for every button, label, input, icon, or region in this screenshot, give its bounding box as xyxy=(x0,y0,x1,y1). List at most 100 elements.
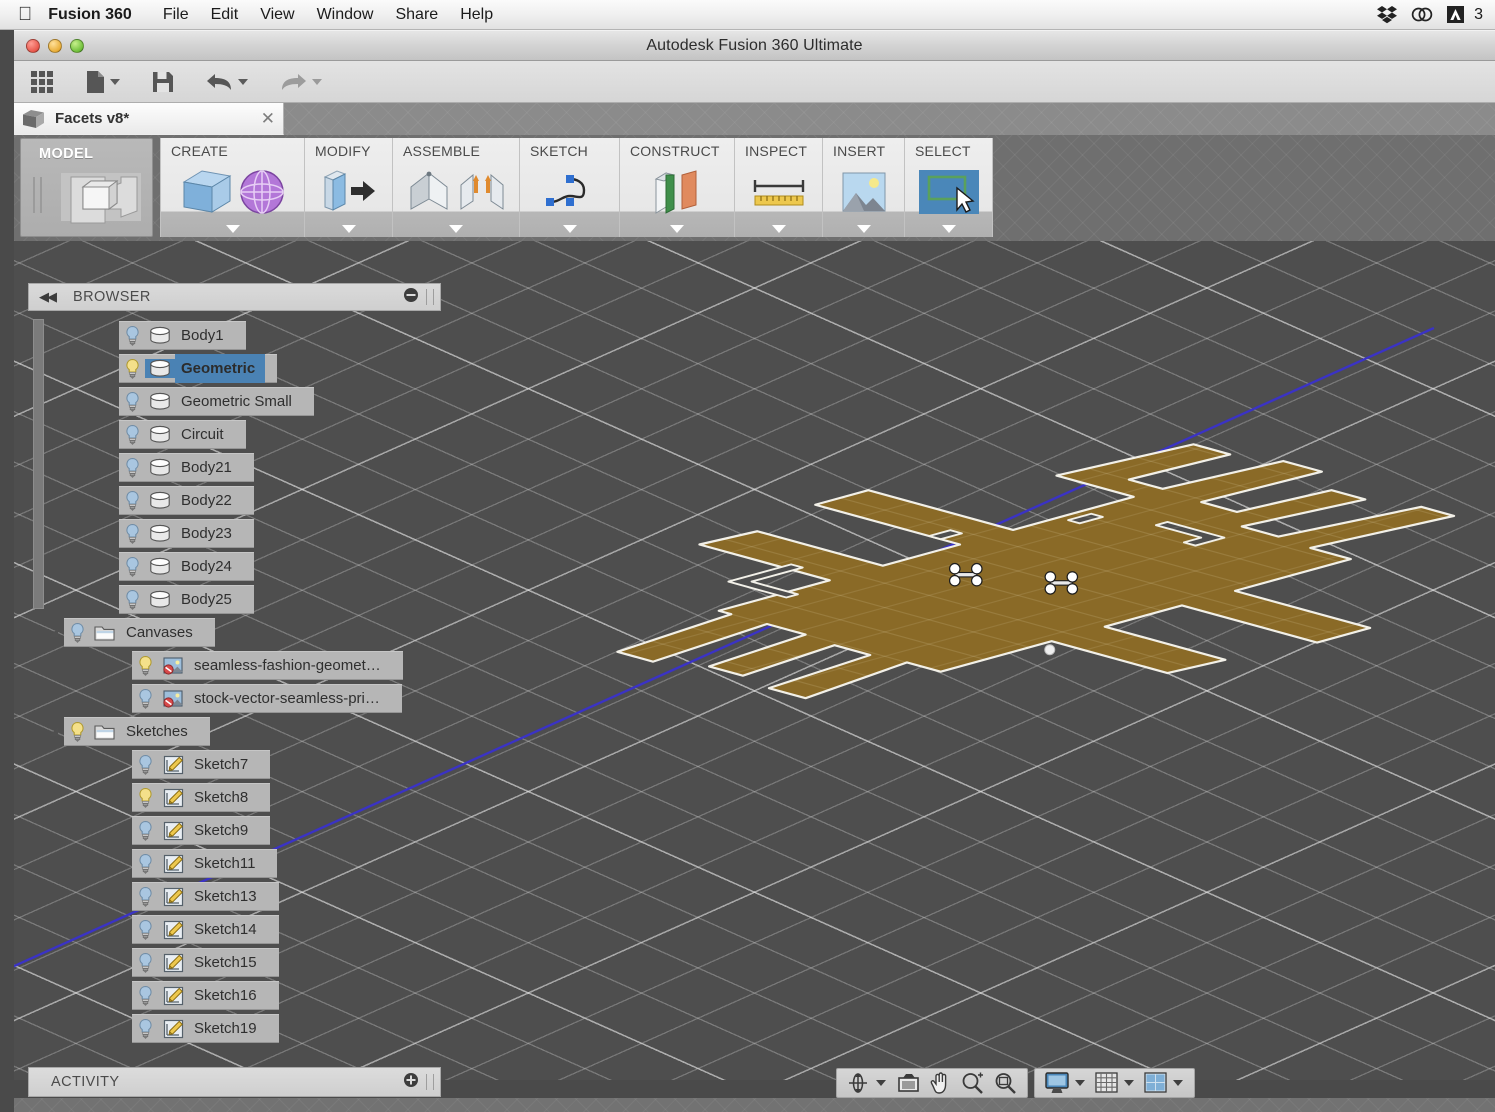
browser-tree-row[interactable]: Sketch14 xyxy=(28,913,443,946)
visibility-bulb-icon[interactable] xyxy=(137,853,154,875)
visibility-bulb-icon[interactable] xyxy=(124,424,141,446)
chevron-down-icon[interactable] xyxy=(312,79,322,85)
close-icon[interactable]: ✕ xyxy=(261,110,275,127)
chevron-down-icon[interactable] xyxy=(110,79,120,85)
tree-row-body[interactable]: Circuit xyxy=(119,420,246,449)
menu-item-view[interactable]: View xyxy=(249,0,305,30)
tree-row-body[interactable]: Sketch15 xyxy=(132,948,279,977)
tree-row-body[interactable]: Body1 xyxy=(119,321,246,350)
visibility-toggle[interactable] xyxy=(119,424,145,446)
visibility-bulb-icon[interactable] xyxy=(124,490,141,512)
browser-header[interactable]: ◀◀ BROWSER xyxy=(28,283,441,311)
press-pull-icon[interactable] xyxy=(321,167,377,217)
browser-tree-row[interactable]: Sketch8 xyxy=(28,781,443,814)
tree-row-body[interactable]: Geometric Small xyxy=(119,387,314,416)
visibility-bulb-icon[interactable] xyxy=(124,358,141,380)
pan-button[interactable] xyxy=(926,1070,955,1096)
visibility-toggle[interactable] xyxy=(132,787,158,809)
visibility-toggle[interactable] xyxy=(119,589,145,611)
visibility-toggle[interactable] xyxy=(132,820,158,842)
tree-row-body[interactable]: Canvases xyxy=(64,618,215,647)
file-menu-button[interactable] xyxy=(80,65,126,99)
box-icon[interactable] xyxy=(180,166,234,218)
close-button[interactable] xyxy=(26,39,40,53)
visibility-toggle[interactable] xyxy=(64,721,90,743)
joint-icon[interactable] xyxy=(457,167,507,217)
visibility-toggle[interactable] xyxy=(119,556,145,578)
resize-grip[interactable] xyxy=(426,289,434,305)
chevron-down-icon[interactable] xyxy=(238,79,248,85)
browser-tree-row[interactable]: Sketch13 xyxy=(28,880,443,913)
fit-button[interactable] xyxy=(990,1070,1021,1096)
visibility-toggle[interactable] xyxy=(132,853,158,875)
browser-tree-row[interactable]: seamless-fashion-geomet… xyxy=(28,649,443,682)
panel-overflow-inspect[interactable] xyxy=(735,225,822,233)
display-settings-button[interactable] xyxy=(1041,1070,1073,1096)
visibility-bulb-icon[interactable] xyxy=(124,391,141,413)
origin-point-marker[interactable] xyxy=(1045,645,1055,655)
tree-row-body[interactable]: Sketch14 xyxy=(132,915,279,944)
workspace-switcher-model[interactable]: MODEL xyxy=(20,138,153,237)
menu-item-share[interactable]: Share xyxy=(384,0,449,30)
tree-row-body[interactable]: seamless-fashion-geomet… xyxy=(132,651,403,680)
activity-panel-header[interactable]: ACTIVITY xyxy=(28,1067,441,1097)
visibility-toggle[interactable] xyxy=(119,457,145,479)
construct-plane-icon[interactable] xyxy=(650,167,704,217)
redo-button[interactable] xyxy=(274,65,328,99)
tree-row-body[interactable]: Body25 xyxy=(119,585,254,614)
tree-row-body[interactable]: Sketch16 xyxy=(132,981,279,1010)
visibility-toggle[interactable] xyxy=(119,325,145,347)
visibility-bulb-icon[interactable] xyxy=(137,655,154,677)
visibility-toggle[interactable] xyxy=(132,655,158,677)
visibility-toggle[interactable] xyxy=(132,1018,158,1040)
browser-tree-row[interactable]: Body1 xyxy=(28,319,443,352)
visibility-bulb-icon[interactable] xyxy=(124,325,141,347)
minus-icon[interactable] xyxy=(403,287,419,308)
tree-row-body[interactable]: Body24 xyxy=(119,552,254,581)
visibility-bulb-icon[interactable] xyxy=(137,952,154,974)
measure-icon[interactable] xyxy=(751,172,807,212)
tree-row-body[interactable]: Body21 xyxy=(119,453,254,482)
zoom-button[interactable] xyxy=(957,1070,988,1096)
new-component-icon[interactable] xyxy=(405,167,453,217)
browser-tree-row[interactable]: Sketch9 xyxy=(28,814,443,847)
model-face[interactable] xyxy=(617,444,1454,698)
dropbox-icon[interactable] xyxy=(1377,5,1397,24)
browser-tree-row[interactable]: Body23 xyxy=(28,517,443,550)
browser-tree-row[interactable]: Sketch11 xyxy=(28,847,443,880)
visibility-bulb-icon[interactable] xyxy=(124,556,141,578)
resize-grip[interactable] xyxy=(426,1074,434,1090)
panel-overflow-modify[interactable] xyxy=(305,225,392,233)
visibility-toggle[interactable] xyxy=(132,886,158,908)
tree-row-body[interactable]: Sketch7 xyxy=(132,750,270,779)
visibility-bulb-icon[interactable] xyxy=(137,985,154,1007)
collapse-icon[interactable]: ◀◀ xyxy=(35,289,59,305)
creative-cloud-icon[interactable] xyxy=(1411,5,1433,24)
browser-tree-row[interactable]: Body22 xyxy=(28,484,443,517)
visibility-bulb-icon[interactable] xyxy=(137,1018,154,1040)
browser-tree-row[interactable]: Canvases xyxy=(28,616,443,649)
look-at-button[interactable] xyxy=(893,1070,924,1096)
undo-button[interactable] xyxy=(200,65,254,99)
visibility-bulb-icon[interactable] xyxy=(124,523,141,545)
visibility-bulb-icon[interactable] xyxy=(69,721,86,743)
panel-overflow-insert[interactable] xyxy=(823,225,904,233)
visibility-bulb-icon[interactable] xyxy=(69,622,86,644)
visibility-toggle[interactable] xyxy=(119,391,145,413)
visibility-toggle[interactable] xyxy=(132,985,158,1007)
browser-tree-row[interactable]: Sketch15 xyxy=(28,946,443,979)
grid-snaps-button[interactable] xyxy=(1091,1070,1122,1096)
visibility-toggle[interactable] xyxy=(119,490,145,512)
visibility-toggle[interactable] xyxy=(132,754,158,776)
chevron-down-icon[interactable] xyxy=(1173,1080,1183,1086)
tree-row-body[interactable]: Sketches xyxy=(64,717,210,746)
sphere-icon[interactable] xyxy=(238,168,286,216)
save-button[interactable] xyxy=(146,65,180,99)
panel-overflow-select[interactable] xyxy=(905,225,992,233)
tree-row-body[interactable]: Body23 xyxy=(119,519,254,548)
browser-tree-row[interactable]: Sketch19 xyxy=(28,1012,443,1045)
chevron-down-icon[interactable] xyxy=(1124,1080,1134,1086)
document-tab-facets[interactable]: Facets v8* ✕ xyxy=(14,103,284,135)
visibility-bulb-icon[interactable] xyxy=(137,754,154,776)
menu-item-window[interactable]: Window xyxy=(306,0,385,30)
